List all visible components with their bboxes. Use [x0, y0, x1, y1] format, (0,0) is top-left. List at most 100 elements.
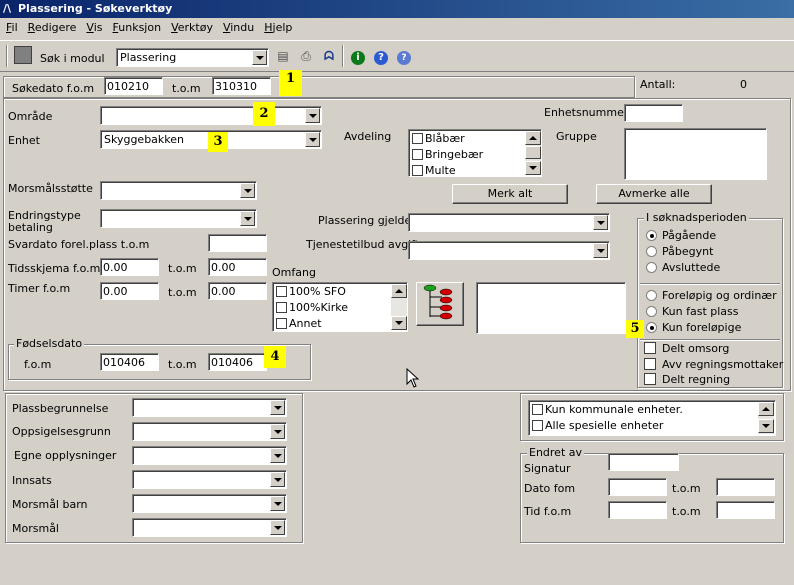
- checkbox[interactable]: [276, 318, 287, 329]
- info-icon[interactable]: i: [349, 47, 367, 65]
- endringstype-select[interactable]: [100, 209, 257, 228]
- dato-fom-field[interactable]: [608, 478, 667, 496]
- list-item[interactable]: 100%Kirke: [276, 301, 348, 314]
- print-preview-icon[interactable]: ▤: [274, 47, 292, 65]
- print-icon[interactable]: ⎙: [297, 47, 315, 65]
- hierarchy-list[interactable]: [476, 282, 626, 334]
- plassbegrunnelse-select[interactable]: [132, 398, 287, 417]
- radio-pabegynt[interactable]: Påbegynt: [646, 245, 713, 258]
- scroll-up-icon[interactable]: [525, 131, 541, 145]
- morsmal-select[interactable]: [132, 518, 287, 537]
- radio-icon[interactable]: [646, 246, 657, 257]
- scroll-down-icon[interactable]: [525, 161, 541, 175]
- oppsigelsesgrunn-select[interactable]: [132, 422, 287, 441]
- checkbox[interactable]: [276, 286, 287, 297]
- gruppe-list[interactable]: [624, 128, 767, 180]
- chevron-down-icon[interactable]: [270, 472, 285, 487]
- list-item[interactable]: Multe: [412, 164, 456, 177]
- chevron-down-icon[interactable]: [593, 215, 608, 230]
- timer-to-field[interactable]: 0.00: [208, 282, 267, 300]
- checkbox[interactable]: [532, 420, 543, 431]
- radio-pagaende[interactable]: Pågående: [646, 229, 716, 242]
- radio-kun-fast-plass[interactable]: Kun fast plass: [646, 305, 739, 318]
- timer-from-field[interactable]: 0.00: [100, 282, 159, 300]
- chevron-down-icon[interactable]: [270, 400, 285, 415]
- context-help-icon[interactable]: ?: [395, 47, 413, 65]
- scroll-up-icon[interactable]: [758, 402, 774, 416]
- check-delt-regning[interactable]: Delt regning: [644, 373, 730, 386]
- menu-funksjon[interactable]: Funksjon: [109, 18, 166, 38]
- omrade-select[interactable]: [100, 106, 322, 125]
- menu-verktoy[interactable]: Verktøy: [167, 18, 217, 38]
- dato-tom-field[interactable]: [716, 478, 775, 496]
- merk-alt-button[interactable]: Merk alt: [452, 184, 568, 204]
- list-item[interactable]: Kun kommunale enheter.: [532, 403, 683, 416]
- tid-tom-field[interactable]: [716, 501, 775, 519]
- tjenestetilbud-select[interactable]: [408, 241, 610, 260]
- enheter-list[interactable]: Kun kommunale enheter. Alle spesielle en…: [528, 400, 776, 436]
- scroll-down-icon[interactable]: [758, 419, 774, 433]
- radio-icon[interactable]: [646, 230, 657, 241]
- checkbox[interactable]: [412, 133, 423, 144]
- check-delt-omsorg[interactable]: Delt omsorg: [644, 342, 729, 355]
- morsmal-barn-select[interactable]: [132, 494, 287, 513]
- morsmalsstotte-select[interactable]: [100, 181, 257, 200]
- egne-opplysninger-select[interactable]: [132, 446, 287, 465]
- menu-redigere[interactable]: Redigere: [24, 18, 81, 38]
- enhetsnummer-field[interactable]: [624, 104, 683, 122]
- help-icon[interactable]: ?: [372, 47, 390, 65]
- avdeling-list[interactable]: Blåbær Bringebær Multe: [408, 129, 542, 177]
- scroll-thumb[interactable]: [525, 146, 541, 159]
- signatur-field[interactable]: [608, 453, 679, 471]
- tidsskjema-from-field[interactable]: 0.00: [100, 258, 159, 276]
- list-item[interactable]: Annet: [276, 317, 322, 330]
- checkbox[interactable]: [644, 373, 656, 385]
- checkbox[interactable]: [644, 358, 656, 370]
- sokedato-from-field[interactable]: 010210: [104, 77, 163, 95]
- avmerke-alle-button[interactable]: Avmerke alle: [596, 184, 712, 204]
- radio-icon[interactable]: [646, 262, 657, 273]
- checkbox[interactable]: [412, 165, 423, 176]
- radio-forelopig-ordinaer[interactable]: Foreløpig og ordinær: [646, 289, 777, 302]
- omfang-scrollbar[interactable]: [391, 284, 407, 330]
- innsats-select[interactable]: [132, 470, 287, 489]
- binoculars-icon[interactable]: ᗣ: [320, 47, 338, 65]
- menu-hjelp[interactable]: Hjelp: [260, 18, 296, 38]
- svardato-field[interactable]: [208, 234, 267, 252]
- scroll-up-icon[interactable]: [391, 284, 407, 298]
- check-avv-regningsmottaker[interactable]: Avv regningsmottaker: [644, 358, 783, 371]
- checkbox[interactable]: [532, 404, 543, 415]
- module-select[interactable]: Plassering: [116, 48, 269, 67]
- sokedato-to-field[interactable]: 310310: [212, 77, 271, 95]
- radio-avsluttede[interactable]: Avsluttede: [646, 261, 720, 274]
- radio-icon[interactable]: [646, 306, 657, 317]
- menu-fil[interactable]: Fil: [2, 18, 22, 38]
- fodsel-from-field[interactable]: 010406: [100, 353, 159, 371]
- chevron-down-icon[interactable]: [270, 520, 285, 535]
- radio-kun-forelopige[interactable]: Kun foreløpige: [646, 321, 741, 334]
- save-icon[interactable]: [14, 46, 32, 64]
- tidsskjema-to-field[interactable]: 0.00: [208, 258, 267, 276]
- list-item[interactable]: 100% SFO: [276, 285, 346, 298]
- chevron-down-icon[interactable]: [270, 496, 285, 511]
- radio-icon[interactable]: [646, 322, 657, 333]
- chevron-down-icon[interactable]: [252, 50, 267, 65]
- enheter-scrollbar[interactable]: [758, 402, 774, 434]
- checkbox[interactable]: [276, 302, 287, 313]
- plassering-gjelder-select[interactable]: [408, 213, 610, 232]
- checkbox[interactable]: [644, 342, 656, 354]
- chevron-down-icon[interactable]: [305, 108, 320, 123]
- tid-fom-field[interactable]: [608, 501, 667, 519]
- avdeling-scrollbar[interactable]: [525, 131, 541, 175]
- menu-vis[interactable]: Vis: [82, 18, 106, 38]
- checkbox[interactable]: [412, 149, 423, 160]
- chevron-down-icon[interactable]: [305, 132, 320, 147]
- hierarchy-button[interactable]: [416, 282, 464, 326]
- list-item[interactable]: Alle spesielle enheter: [532, 419, 663, 432]
- menu-vindu[interactable]: Vindu: [219, 18, 258, 38]
- omfang-list[interactable]: 100% SFO 100%Kirke Annet: [272, 282, 408, 332]
- list-item[interactable]: Bringebær: [412, 148, 483, 161]
- chevron-down-icon[interactable]: [240, 183, 255, 198]
- list-item[interactable]: Blåbær: [412, 132, 465, 145]
- chevron-down-icon[interactable]: [593, 243, 608, 258]
